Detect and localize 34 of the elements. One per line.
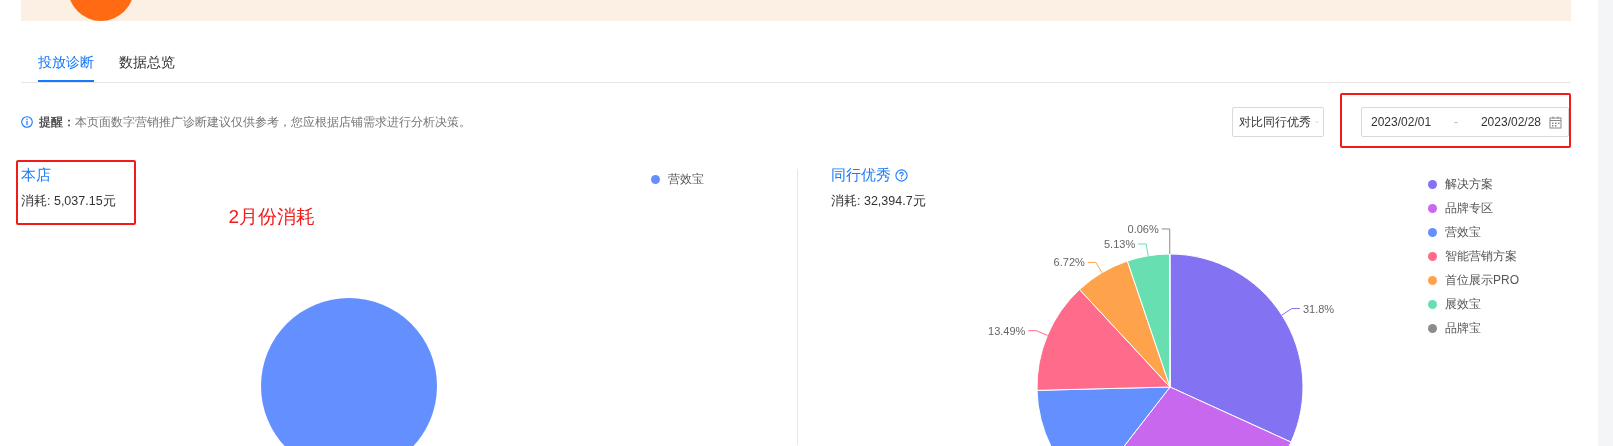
notice-text: 提醒：本页面数字营销推广诊断建议仅供参考，您应根据店铺需求进行分析决策。 [39, 114, 471, 130]
info-icon [21, 116, 33, 128]
legend-label: 展效宝 [1445, 295, 1481, 313]
data-label: 0.06% [1127, 222, 1159, 235]
legend-label: 首位展示PRO [1445, 271, 1519, 289]
leader-line [1281, 308, 1301, 316]
data-label: 6.72% [1053, 256, 1085, 269]
panel-title: 本店 [21, 165, 52, 185]
end-date: 2023/02/28 [1480, 115, 1541, 129]
leader-line [1027, 330, 1048, 336]
date-range-field[interactable]: 2023/02/01 - 2023/02/28 [1361, 107, 1569, 137]
leader-line [1161, 228, 1171, 255]
legend-label: 品牌宝 [1445, 319, 1481, 337]
data-label: 31.8% [1302, 302, 1335, 315]
date-separator: - [1454, 115, 1458, 129]
data-label: 13.49% [988, 324, 1026, 337]
legend-label: 营效宝 [1445, 223, 1481, 241]
help-icon[interactable] [895, 168, 908, 182]
spend-text: 消耗: 5,037.15元 [21, 193, 116, 210]
legend-label: 品牌专区 [1445, 199, 1493, 217]
spend-text: 消耗: 32,394.7元 [831, 193, 926, 210]
tab[interactable]: 投放诊断 [38, 52, 94, 82]
compare-select[interactable]: 对比同行优秀 [1232, 107, 1324, 137]
data-label: 5.13% [1104, 237, 1136, 250]
annotation-text: 2月份消耗 [228, 205, 316, 229]
legend-label: 解决方案 [1445, 175, 1493, 193]
start-date: 2023/02/01 [1371, 115, 1432, 129]
legend-label: 智能营销方案 [1445, 247, 1517, 265]
leader-line [1087, 261, 1103, 274]
tab[interactable]: 数据总览 [119, 52, 175, 82]
leader-line [1137, 243, 1149, 257]
legend-label: 营效宝 [668, 170, 704, 188]
panel-title: 同行优秀 [831, 165, 891, 185]
calendar-icon [1549, 115, 1562, 129]
